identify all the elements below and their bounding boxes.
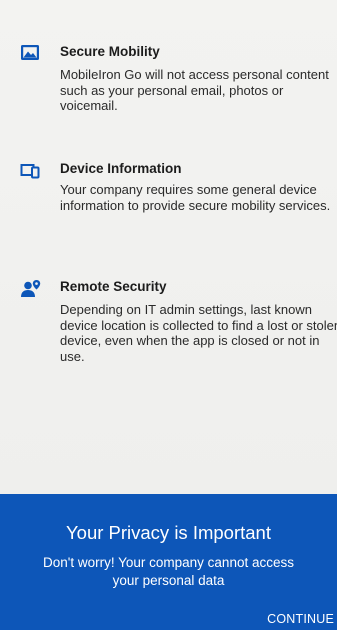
privacy-info-content: Secure Mobility MobileIron Go will not a… xyxy=(0,0,337,494)
person-location-icon xyxy=(20,279,41,299)
section-title: Remote Security xyxy=(60,279,167,294)
section-description: MobileIron Go will not access personal c… xyxy=(60,67,329,113)
continue-button[interactable]: CONTINUE xyxy=(267,612,334,626)
section-title: Device Information xyxy=(60,161,182,176)
footer-subtext: Don't worry! Your company cannot access … xyxy=(43,555,294,588)
devices-icon xyxy=(20,163,40,183)
privacy-footer: Your Privacy is Important Don't worry! Y… xyxy=(0,494,337,630)
section-title: Secure Mobility xyxy=(60,44,160,59)
section-description: Depending on IT admin settings, last kno… xyxy=(60,302,337,364)
footer-heading: Your Privacy is Important xyxy=(66,522,271,543)
image-icon xyxy=(20,44,40,64)
section-description: Your company requires some general devic… xyxy=(60,182,331,213)
